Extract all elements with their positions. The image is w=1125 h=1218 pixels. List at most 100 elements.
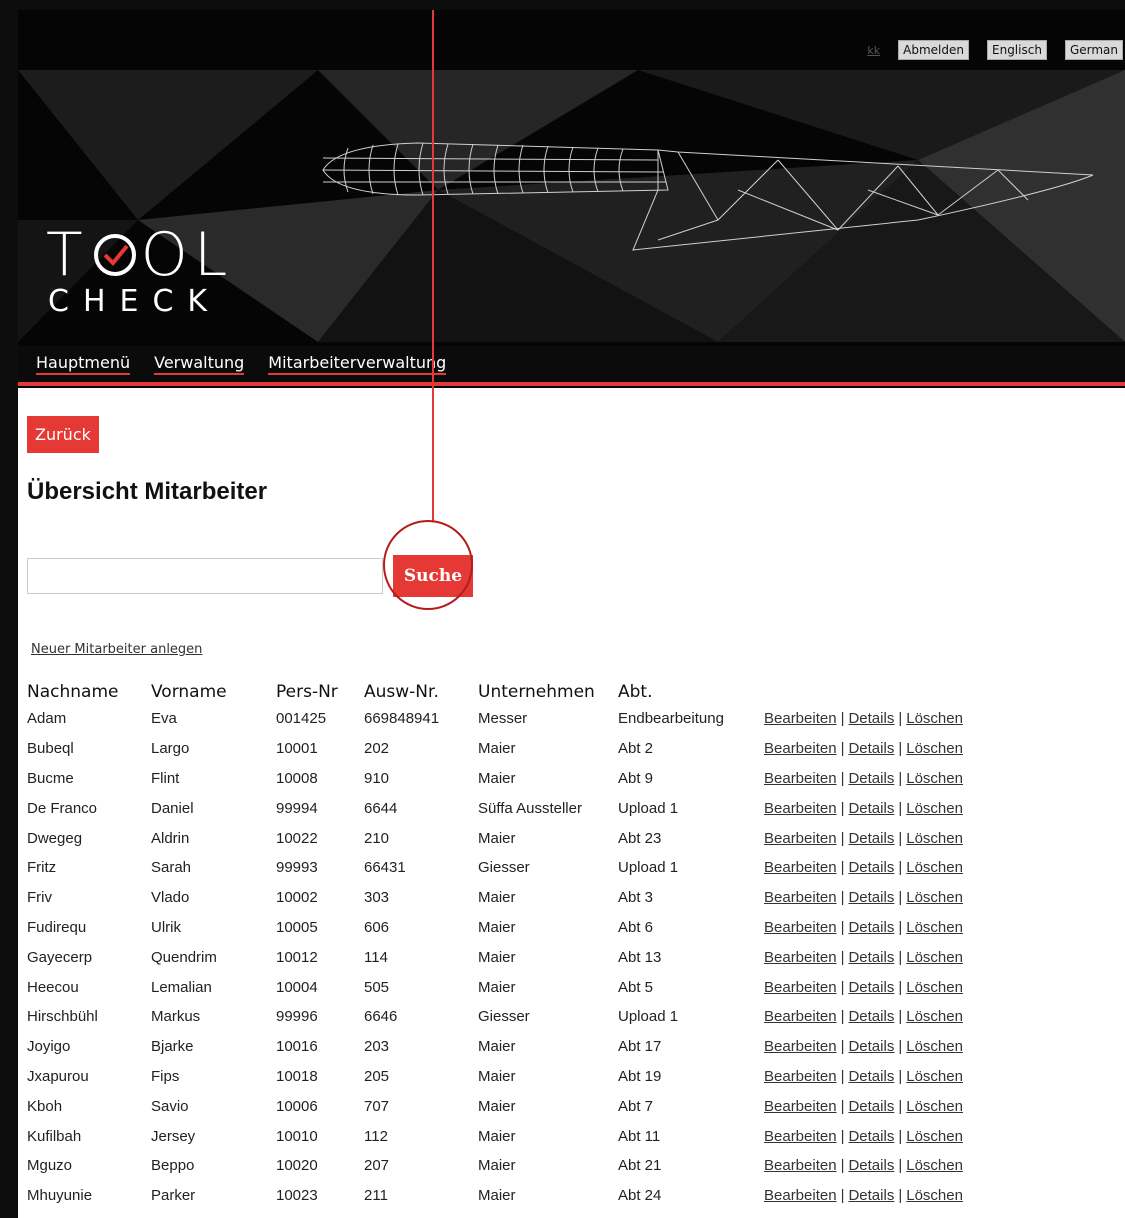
delete-link[interactable]: Löschen bbox=[906, 919, 963, 936]
table-cell: Fudirequ bbox=[27, 918, 87, 936]
details-link[interactable]: Details bbox=[848, 979, 894, 996]
table-row: Mhuyunie Parker 10023 211 Maier Abt 24 Bearbei… bbox=[27, 1181, 1004, 1211]
details-link[interactable]: Details bbox=[848, 1187, 894, 1204]
german-language-button[interactable]: German bbox=[1064, 40, 1123, 60]
table-cell: Dwegeg bbox=[27, 829, 83, 847]
table-cell: Abt 23 bbox=[618, 829, 662, 847]
column-header-actions bbox=[764, 680, 1004, 704]
separator: | bbox=[898, 1097, 903, 1115]
edit-link[interactable]: Bearbeiten bbox=[764, 1068, 837, 1085]
edit-link[interactable]: Bearbeiten bbox=[764, 889, 837, 906]
table-cell: 99996 bbox=[276, 1008, 318, 1026]
details-link[interactable]: Details bbox=[848, 919, 894, 936]
edit-link[interactable]: Bearbeiten bbox=[764, 1008, 837, 1025]
separator: | bbox=[898, 710, 903, 728]
details-link[interactable]: Details bbox=[848, 1068, 894, 1085]
row-actions: Bearbeiten | Details | Löschen bbox=[764, 942, 1004, 972]
row-actions: Bearbeiten | Details | Löschen bbox=[764, 972, 1004, 1002]
delete-link[interactable]: Löschen bbox=[906, 949, 963, 966]
user-link[interactable]: kk bbox=[867, 44, 880, 57]
edit-link[interactable]: Bearbeiten bbox=[764, 949, 837, 966]
delete-link[interactable]: Löschen bbox=[906, 889, 963, 906]
delete-link[interactable]: Löschen bbox=[906, 1187, 963, 1204]
table-cell: Adam bbox=[27, 710, 67, 728]
table-cell: 10016 bbox=[276, 1038, 318, 1056]
table-cell: Gayecerp bbox=[27, 948, 93, 966]
column-header: Abt. bbox=[618, 682, 653, 702]
nav-hauptmenu[interactable]: Hauptmenü bbox=[36, 353, 131, 375]
details-link[interactable]: Details bbox=[848, 949, 894, 966]
delete-link[interactable]: Löschen bbox=[906, 1128, 963, 1145]
english-language-button[interactable]: Englisch bbox=[987, 40, 1047, 60]
separator: | bbox=[898, 1038, 903, 1056]
delete-link[interactable]: Löschen bbox=[906, 1068, 963, 1085]
row-actions: Bearbeiten | Details | Löschen bbox=[764, 1091, 1004, 1121]
table-cell: Jxapurou bbox=[27, 1067, 89, 1085]
details-link[interactable]: Details bbox=[848, 830, 894, 847]
edit-link[interactable]: Bearbeiten bbox=[764, 740, 837, 757]
edit-link[interactable]: Bearbeiten bbox=[764, 770, 837, 787]
details-link[interactable]: Details bbox=[848, 740, 894, 757]
details-link[interactable]: Details bbox=[848, 1098, 894, 1115]
delete-link[interactable]: Löschen bbox=[906, 1098, 963, 1115]
details-link[interactable]: Details bbox=[848, 1008, 894, 1025]
delete-link[interactable]: Löschen bbox=[906, 859, 963, 876]
table-cell: Parker bbox=[151, 1187, 196, 1205]
table-cell: Abt 5 bbox=[618, 978, 654, 996]
details-link[interactable]: Details bbox=[848, 889, 894, 906]
delete-link[interactable]: Löschen bbox=[906, 979, 963, 996]
details-link[interactable]: Details bbox=[848, 1128, 894, 1145]
details-link[interactable]: Details bbox=[848, 710, 894, 727]
table-cell: Ulrik bbox=[151, 918, 181, 936]
separator: | bbox=[840, 769, 845, 787]
search-input[interactable] bbox=[27, 558, 383, 594]
table-cell: Mguzo bbox=[27, 1157, 73, 1175]
back-button[interactable]: Zurück bbox=[27, 416, 99, 453]
nav-mitarbeiterverwaltung[interactable]: Mitarbeiterverwaltung bbox=[268, 353, 447, 375]
nav-verwaltung[interactable]: Verwaltung bbox=[154, 353, 245, 375]
table-cell: Flint bbox=[151, 769, 180, 787]
delete-link[interactable]: Löschen bbox=[906, 800, 963, 817]
delete-link[interactable]: Löschen bbox=[906, 740, 963, 757]
logout-button[interactable]: Abmelden bbox=[898, 40, 969, 60]
details-link[interactable]: Details bbox=[848, 1038, 894, 1055]
table-cell: Maier bbox=[478, 1157, 516, 1175]
edit-link[interactable]: Bearbeiten bbox=[764, 979, 837, 996]
details-link[interactable]: Details bbox=[848, 770, 894, 787]
edit-link[interactable]: Bearbeiten bbox=[764, 1128, 837, 1145]
table-cell: 10004 bbox=[276, 978, 318, 996]
edit-link[interactable]: Bearbeiten bbox=[764, 859, 837, 876]
edit-link[interactable]: Bearbeiten bbox=[764, 710, 837, 727]
table-cell: 6646 bbox=[364, 1008, 398, 1026]
new-employee-link[interactable]: Neuer Mitarbeiter anlegen bbox=[31, 642, 202, 657]
edit-link[interactable]: Bearbeiten bbox=[764, 800, 837, 817]
edit-link[interactable]: Bearbeiten bbox=[764, 1157, 837, 1174]
edit-link[interactable]: Bearbeiten bbox=[764, 830, 837, 847]
delete-link[interactable]: Löschen bbox=[906, 1038, 963, 1055]
table-cell: Abt 2 bbox=[618, 740, 654, 758]
table-cell: Kboh bbox=[27, 1097, 63, 1115]
delete-link[interactable]: Löschen bbox=[906, 1157, 963, 1174]
table-cell: 202 bbox=[364, 740, 390, 758]
table-body: Adam Eva 001425 669848941 Messer Endbearbeitu… bbox=[27, 704, 1004, 1211]
edit-link[interactable]: Bearbeiten bbox=[764, 1038, 837, 1055]
table-row: Gayecerp Quendrim 10012 114 Maier Abt 13 Bearb… bbox=[27, 942, 1004, 972]
details-link[interactable]: Details bbox=[848, 800, 894, 817]
delete-link[interactable]: Löschen bbox=[906, 710, 963, 727]
edit-link[interactable]: Bearbeiten bbox=[764, 1187, 837, 1204]
table-cell: 669848941 bbox=[364, 710, 440, 728]
delete-link[interactable]: Löschen bbox=[906, 830, 963, 847]
edit-link[interactable]: Bearbeiten bbox=[764, 1098, 837, 1115]
edit-link[interactable]: Bearbeiten bbox=[764, 919, 837, 936]
separator: | bbox=[898, 918, 903, 936]
table-row: Jxapurou Fips 10018 205 Maier Abt 19 Bearbeite… bbox=[27, 1062, 1004, 1092]
table-cell: 211 bbox=[364, 1187, 388, 1205]
table-cell: Fritz bbox=[27, 859, 57, 877]
delete-link[interactable]: Löschen bbox=[906, 770, 963, 787]
details-link[interactable]: Details bbox=[848, 859, 894, 876]
separator: | bbox=[840, 799, 845, 817]
table-cell: 10008 bbox=[276, 769, 318, 787]
table-cell: Fips bbox=[151, 1067, 180, 1085]
delete-link[interactable]: Löschen bbox=[906, 1008, 963, 1025]
details-link[interactable]: Details bbox=[848, 1157, 894, 1174]
